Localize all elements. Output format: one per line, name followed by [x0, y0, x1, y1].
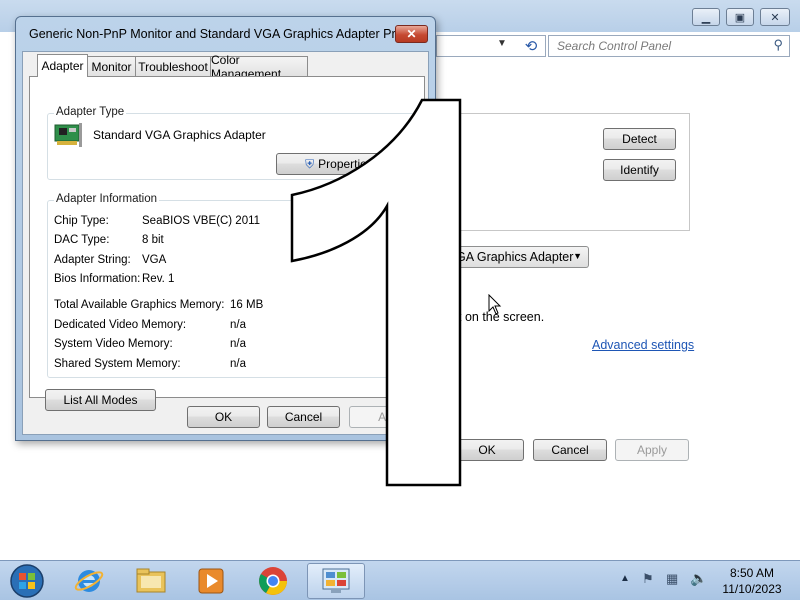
taskbar-chrome[interactable] [244, 563, 302, 599]
search-placeholder: Search Control Panel [557, 39, 672, 53]
chrome-icon [259, 567, 287, 595]
dedicated-memory-label: Dedicated Video Memory: [54, 319, 187, 331]
tab-adapter[interactable]: Adapter [37, 54, 88, 77]
mouse-cursor-icon [488, 294, 502, 315]
overlay-digit-one: 1 [290, 98, 462, 487]
network-icon[interactable]: ▦ [666, 571, 678, 587]
adapter-string-value: VGA [142, 254, 167, 266]
control-panel-icon [322, 568, 350, 593]
total-memory-value: 16 MB [230, 299, 264, 311]
search-icon: ⚲ [773, 37, 783, 52]
system-clock[interactable]: 8:50 AM 11/10/2023 [712, 565, 792, 597]
taskbar-file-explorer[interactable] [122, 563, 180, 599]
shared-memory-label: Shared System Memory: [54, 358, 181, 370]
taskbar-media-player[interactable] [182, 563, 240, 599]
display-select[interactable]: GA Graphics Adapter ▼ [450, 246, 589, 268]
maximize-icon: ▣ [734, 11, 746, 24]
tab-monitor[interactable]: Monitor [87, 56, 136, 76]
chevron-down-icon: ▼ [573, 251, 582, 261]
taskbar: ▲ ⚑ ▦ 🔈 8:50 AM 11/10/2023 [0, 560, 800, 600]
search-input[interactable]: Search Control Panel ⚲ [548, 35, 790, 57]
bios-information-value: Rev. 1 [142, 273, 175, 285]
list-all-modes-button[interactable]: List All Modes [45, 389, 156, 411]
dedicated-memory-value: n/a [230, 319, 246, 331]
media-player-icon [198, 568, 224, 594]
system-memory-value: n/a [230, 338, 246, 350]
close-icon: ✕ [770, 11, 780, 24]
bg-cancel-button[interactable]: Cancel [533, 439, 607, 461]
chip-type-value: SeaBIOS VBE(C) 2011 [142, 215, 261, 227]
dialog-close-button[interactable]: ✕ [395, 25, 428, 43]
refresh-icon: ⟲ [524, 38, 538, 55]
dac-type-value: 8 bit [142, 234, 164, 246]
clock-date: 11/10/2023 [722, 582, 782, 596]
bios-information-label: Bios Information: [54, 273, 141, 285]
dialog-title: Generic Non-PnP Monitor and Standard VGA… [29, 27, 414, 41]
maximize-button[interactable]: ▣ [726, 8, 754, 26]
start-button[interactable] [2, 563, 52, 599]
system-memory-label: System Video Memory: [54, 338, 173, 350]
tab-troubleshoot[interactable]: Troubleshoot [135, 56, 211, 76]
shared-memory-value: n/a [230, 358, 246, 370]
volume-icon[interactable]: 🔈 [690, 570, 707, 587]
close-window-button[interactable]: ✕ [760, 8, 790, 26]
folder-icon [136, 568, 166, 593]
overlay-digit-one-shape [290, 98, 462, 487]
adapter-string-label: Adapter String: [54, 254, 131, 266]
minimize-icon: ▁ [701, 11, 711, 24]
taskbar-control-panel[interactable] [307, 563, 365, 599]
dac-type-label: DAC Type: [54, 234, 110, 246]
total-memory-label: Total Available Graphics Memory: [54, 299, 225, 311]
identify-button[interactable]: Identify [603, 159, 676, 181]
show-hidden-icons-icon[interactable]: ▲ [620, 573, 630, 584]
advanced-settings-link[interactable]: Advanced settings [592, 338, 694, 352]
overlay-digit-text: 1 [290, 98, 291, 99]
adapter-information-heading: Adapter Information [54, 193, 160, 205]
graphics-card-icon [54, 123, 82, 147]
detect-button[interactable]: Detect [603, 128, 676, 150]
chevron-down-icon[interactable]: ▼ [497, 38, 507, 49]
action-center-icon[interactable]: ⚑ [642, 571, 654, 587]
taskbar-internet-explorer[interactable] [60, 563, 118, 599]
dialog-ok-button[interactable]: OK [187, 406, 260, 428]
clock-time: 8:50 AM [729, 566, 775, 580]
adapter-type-heading: Adapter Type [54, 106, 127, 118]
chip-type-label: Chip Type: [54, 215, 109, 227]
internet-explorer-icon [74, 570, 104, 592]
windows-orb-icon [10, 564, 44, 598]
adapter-name: Standard VGA Graphics Adapter [93, 128, 266, 142]
display-select-value: GA Graphics Adapter [456, 250, 574, 264]
minimize-button[interactable]: ▁ [692, 8, 720, 26]
close-icon: ✕ [406, 27, 417, 41]
tab-color-management[interactable]: Color Management [210, 53, 308, 81]
refresh-button[interactable]: ⟲ [518, 35, 544, 57]
bg-apply-button[interactable]: Apply [615, 439, 689, 461]
